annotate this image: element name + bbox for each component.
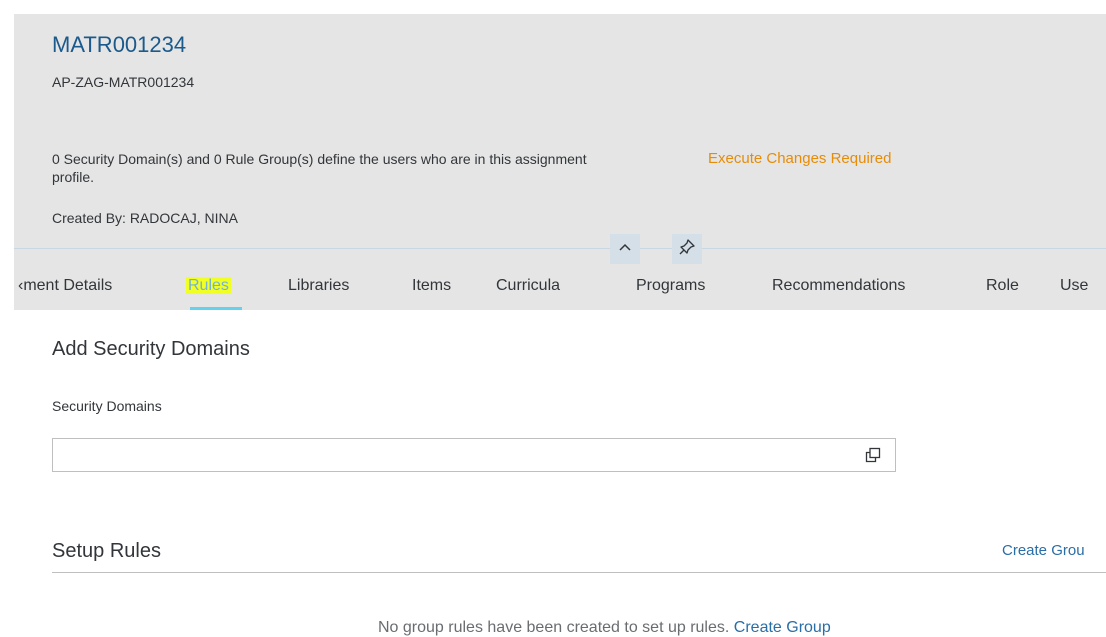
section-divider [52, 572, 1106, 573]
tab-bar: ‹ment Details Rules Libraries Items Curr… [14, 277, 1106, 310]
assignment-description: 0 Security Domain(s) and 0 Rule Group(s)… [52, 151, 587, 185]
setup-rules-title: Setup Rules [52, 540, 161, 562]
tab-label: Rules [186, 277, 231, 294]
pin-header-button[interactable] [672, 234, 702, 264]
create-group-link[interactable]: Create Grou [1002, 542, 1085, 559]
collapse-header-button[interactable] [610, 234, 640, 264]
value-help-icon[interactable] [865, 447, 881, 463]
header-divider [14, 248, 1106, 249]
tab-items[interactable]: Items [412, 277, 451, 295]
security-domains-label: Security Domains [52, 398, 162, 414]
tab-users[interactable]: Use [1060, 277, 1088, 295]
tab-programs[interactable]: Programs [636, 277, 705, 295]
object-page-header: MATR001234 AP-ZAG-MATR001234 0 Security … [14, 14, 1106, 310]
status-badge: Execute Changes Required [708, 150, 892, 167]
tab-role[interactable]: Role [986, 277, 1019, 295]
tab-rules[interactable]: Rules [186, 277, 231, 295]
tab-assignment-details[interactable]: ‹ment Details [18, 277, 112, 295]
created-by: Created By: RADOCAJ, NINA [52, 210, 238, 226]
selected-tab-indicator [190, 307, 242, 310]
add-security-domains-title: Add Security Domains [52, 338, 250, 360]
security-domains-input[interactable] [52, 438, 896, 472]
empty-rules-message: No group rules have been created to set … [378, 619, 831, 636]
tab-libraries[interactable]: Libraries [288, 277, 349, 295]
tab-recommendations[interactable]: Recommendations [772, 277, 905, 295]
pin-icon [678, 238, 696, 261]
page-subtitle: AP-ZAG-MATR001234 [52, 74, 195, 90]
page-title: MATR001234 [52, 32, 187, 57]
chevron-up-icon [617, 239, 633, 260]
tab-curricula[interactable]: Curricula [496, 277, 560, 295]
